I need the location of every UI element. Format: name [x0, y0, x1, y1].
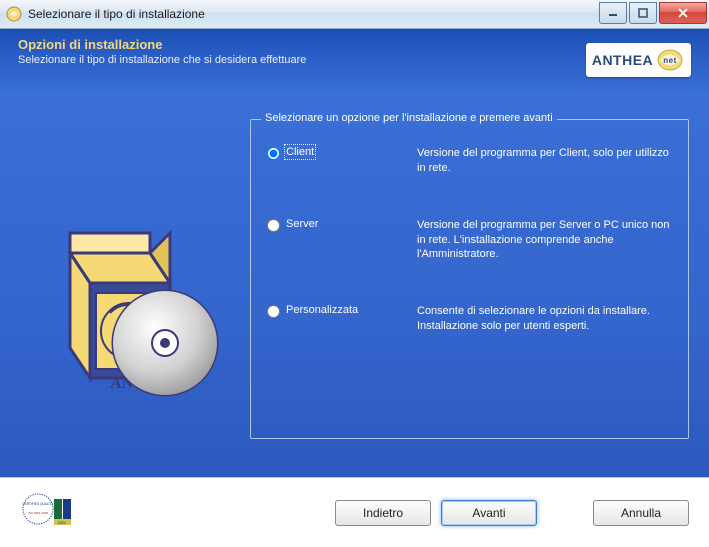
option-client-row: Client Versione del programma per Client… [267, 146, 672, 176]
minimize-icon [608, 8, 618, 18]
back-button[interactable]: Indietro [335, 500, 431, 526]
minimize-button[interactable] [599, 2, 627, 24]
window-title: Selezionare il tipo di installazione [28, 7, 597, 21]
option-server-row: Server Versione del programma per Server… [267, 218, 672, 263]
option-server-desc: Versione del programma per Server o PC u… [417, 218, 672, 263]
option-client-desc: Versione del programma per Client, solo … [417, 146, 672, 176]
option-custom-radio[interactable] [267, 305, 280, 318]
window-controls [597, 2, 707, 22]
brand-swirl-icon: net [655, 47, 685, 73]
maximize-button[interactable] [629, 2, 657, 24]
install-type-group: Selezionare un opzione per l'installazio… [250, 119, 689, 439]
option-client-label[interactable]: Client [286, 146, 314, 158]
header-subtitle: Selezionare il tipo di installazione che… [18, 54, 586, 66]
group-legend: Selezionare un opzione per l'installazio… [261, 112, 557, 124]
brand-logo: ANTHEA net [586, 43, 691, 77]
option-server-radio[interactable] [267, 219, 280, 232]
box-disc-icon: ANT [40, 193, 230, 403]
app-icon [6, 6, 22, 22]
maximize-icon [638, 8, 648, 18]
footer-bar: CERTIFIED QUALITY DNV ISO 9001:2000 Indi… [0, 477, 709, 547]
option-custom-row: Personalizzata Consente di selezionare l… [267, 304, 672, 334]
header-text: Opzioni di installazione Selezionare il … [18, 37, 586, 95]
option-custom-label[interactable]: Personalizzata [286, 304, 358, 316]
close-icon [677, 8, 689, 18]
installer-window: Selezionare il tipo di installazione Opz… [0, 0, 709, 547]
option-server-label[interactable]: Server [286, 218, 318, 230]
body-area: ANT Selezionare un opzione per l'install… [0, 95, 709, 485]
option-custom-desc: Consente di selezionare le opzioni da in… [417, 304, 672, 334]
svg-text:CERTIFIED QUALITY: CERTIFIED QUALITY [22, 502, 54, 506]
titlebar: Selezionare il tipo di installazione [0, 0, 709, 29]
header-band: Opzioni di installazione Selezionare il … [0, 29, 709, 95]
svg-text:ISO 9001:2000: ISO 9001:2000 [28, 511, 49, 515]
option-client-radio[interactable] [267, 147, 280, 160]
svg-text:DNV: DNV [58, 520, 67, 525]
brand-main-text: ANTHEA [592, 52, 653, 68]
brand-suffix-text: net [663, 56, 677, 65]
close-button[interactable] [659, 2, 707, 24]
certification-logo: CERTIFIED QUALITY DNV ISO 9001:2000 [20, 491, 76, 535]
header-title: Opzioni di installazione [18, 37, 586, 52]
installer-artwork: ANT [20, 111, 250, 485]
cancel-button[interactable]: Annulla [593, 500, 689, 526]
next-button[interactable]: Avanti [441, 500, 537, 526]
